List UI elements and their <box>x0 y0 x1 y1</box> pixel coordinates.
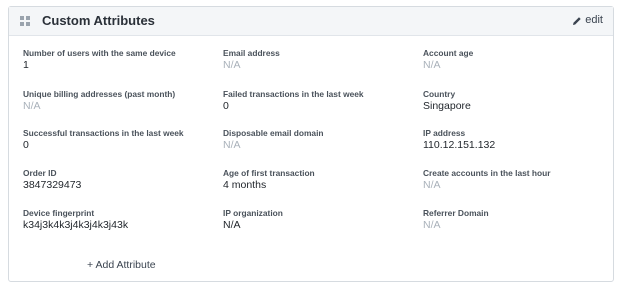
attribute-age-first-transaction: Age of first transaction 4 months <box>223 168 413 192</box>
attribute-ip-address: IP address 110.12.151.132 <box>423 128 613 152</box>
attribute-email-address: Email address N/A <box>223 48 413 72</box>
attribute-label: Order ID <box>23 168 57 178</box>
attribute-value: N/A <box>423 219 441 231</box>
edit-button[interactable]: edit <box>572 14 603 27</box>
attribute-value: 0 <box>223 100 229 112</box>
add-attribute-button[interactable]: + Add Attribute <box>87 259 156 272</box>
attribute-label: Create accounts in the last hour <box>423 168 551 178</box>
attribute-value: N/A <box>223 219 241 231</box>
attribute-unique-billing-addresses: Unique billing addresses (past month) N/… <box>23 89 213 113</box>
attribute-value: 0 <box>23 139 29 151</box>
attribute-label: Email address <box>223 48 280 58</box>
attribute-value: k34j3k4k3j4k3j4k3j43k <box>23 219 129 231</box>
attribute-device-fingerprint: Device fingerprint k34j3k4k3j4k3j4k3j43k <box>23 208 213 232</box>
card-header: Custom Attributes edit <box>9 7 613 36</box>
attribute-label: Number of users with the same device <box>23 48 176 58</box>
attribute-value: 1 <box>23 59 29 71</box>
attribute-value: N/A <box>423 59 441 71</box>
attribute-create-accounts-last-hour: Create accounts in the last hour N/A <box>423 168 613 192</box>
attribute-label: Device fingerprint <box>23 208 95 218</box>
attribute-value: 110.12.151.132 <box>423 139 496 151</box>
attribute-referrer-domain: Referrer Domain N/A <box>423 208 613 232</box>
attribute-country: Country Singapore <box>423 89 613 113</box>
attribute-label: Failed transactions in the last week <box>223 89 364 99</box>
attribute-label: Referrer Domain <box>423 208 489 218</box>
attribute-users-same-device: Number of users with the same device 1 <box>23 48 213 72</box>
attribute-value: N/A <box>223 59 241 71</box>
attribute-value: 4 months <box>223 179 267 191</box>
attribute-label: Account age <box>423 48 474 58</box>
attribute-label: IP address <box>423 128 466 138</box>
attribute-label: Disposable email domain <box>223 128 324 138</box>
edit-label: edit <box>585 14 603 26</box>
attribute-disposable-email-domain: Disposable email domain N/A <box>223 128 413 152</box>
attribute-value: 3847329473 <box>23 179 82 191</box>
attribute-ip-organization: IP organization N/A <box>223 208 413 232</box>
attribute-value: N/A <box>23 100 41 112</box>
attribute-failed-transactions: Failed transactions in the last week 0 <box>223 89 413 113</box>
pencil-icon <box>573 16 581 25</box>
attribute-order-id: Order ID 3847329473 <box>23 168 213 192</box>
attribute-label: IP organization <box>223 208 283 218</box>
attribute-value: N/A <box>423 179 441 191</box>
attribute-successful-transactions: Successful transactions in the last week… <box>23 128 213 152</box>
attribute-value: Singapore <box>423 100 471 112</box>
attribute-value: N/A <box>223 139 241 151</box>
grid-icon <box>20 16 30 26</box>
card-title: Custom Attributes <box>42 13 155 28</box>
attribute-label: Country <box>423 89 456 99</box>
attribute-account-age: Account age N/A <box>423 48 613 72</box>
attribute-label: Successful transactions in the last week <box>23 128 184 138</box>
attribute-label: Age of first transaction <box>223 168 315 178</box>
attribute-label: Unique billing addresses (past month) <box>23 89 176 99</box>
custom-attributes-card: Custom Attributes edit Number of users w… <box>8 6 614 282</box>
